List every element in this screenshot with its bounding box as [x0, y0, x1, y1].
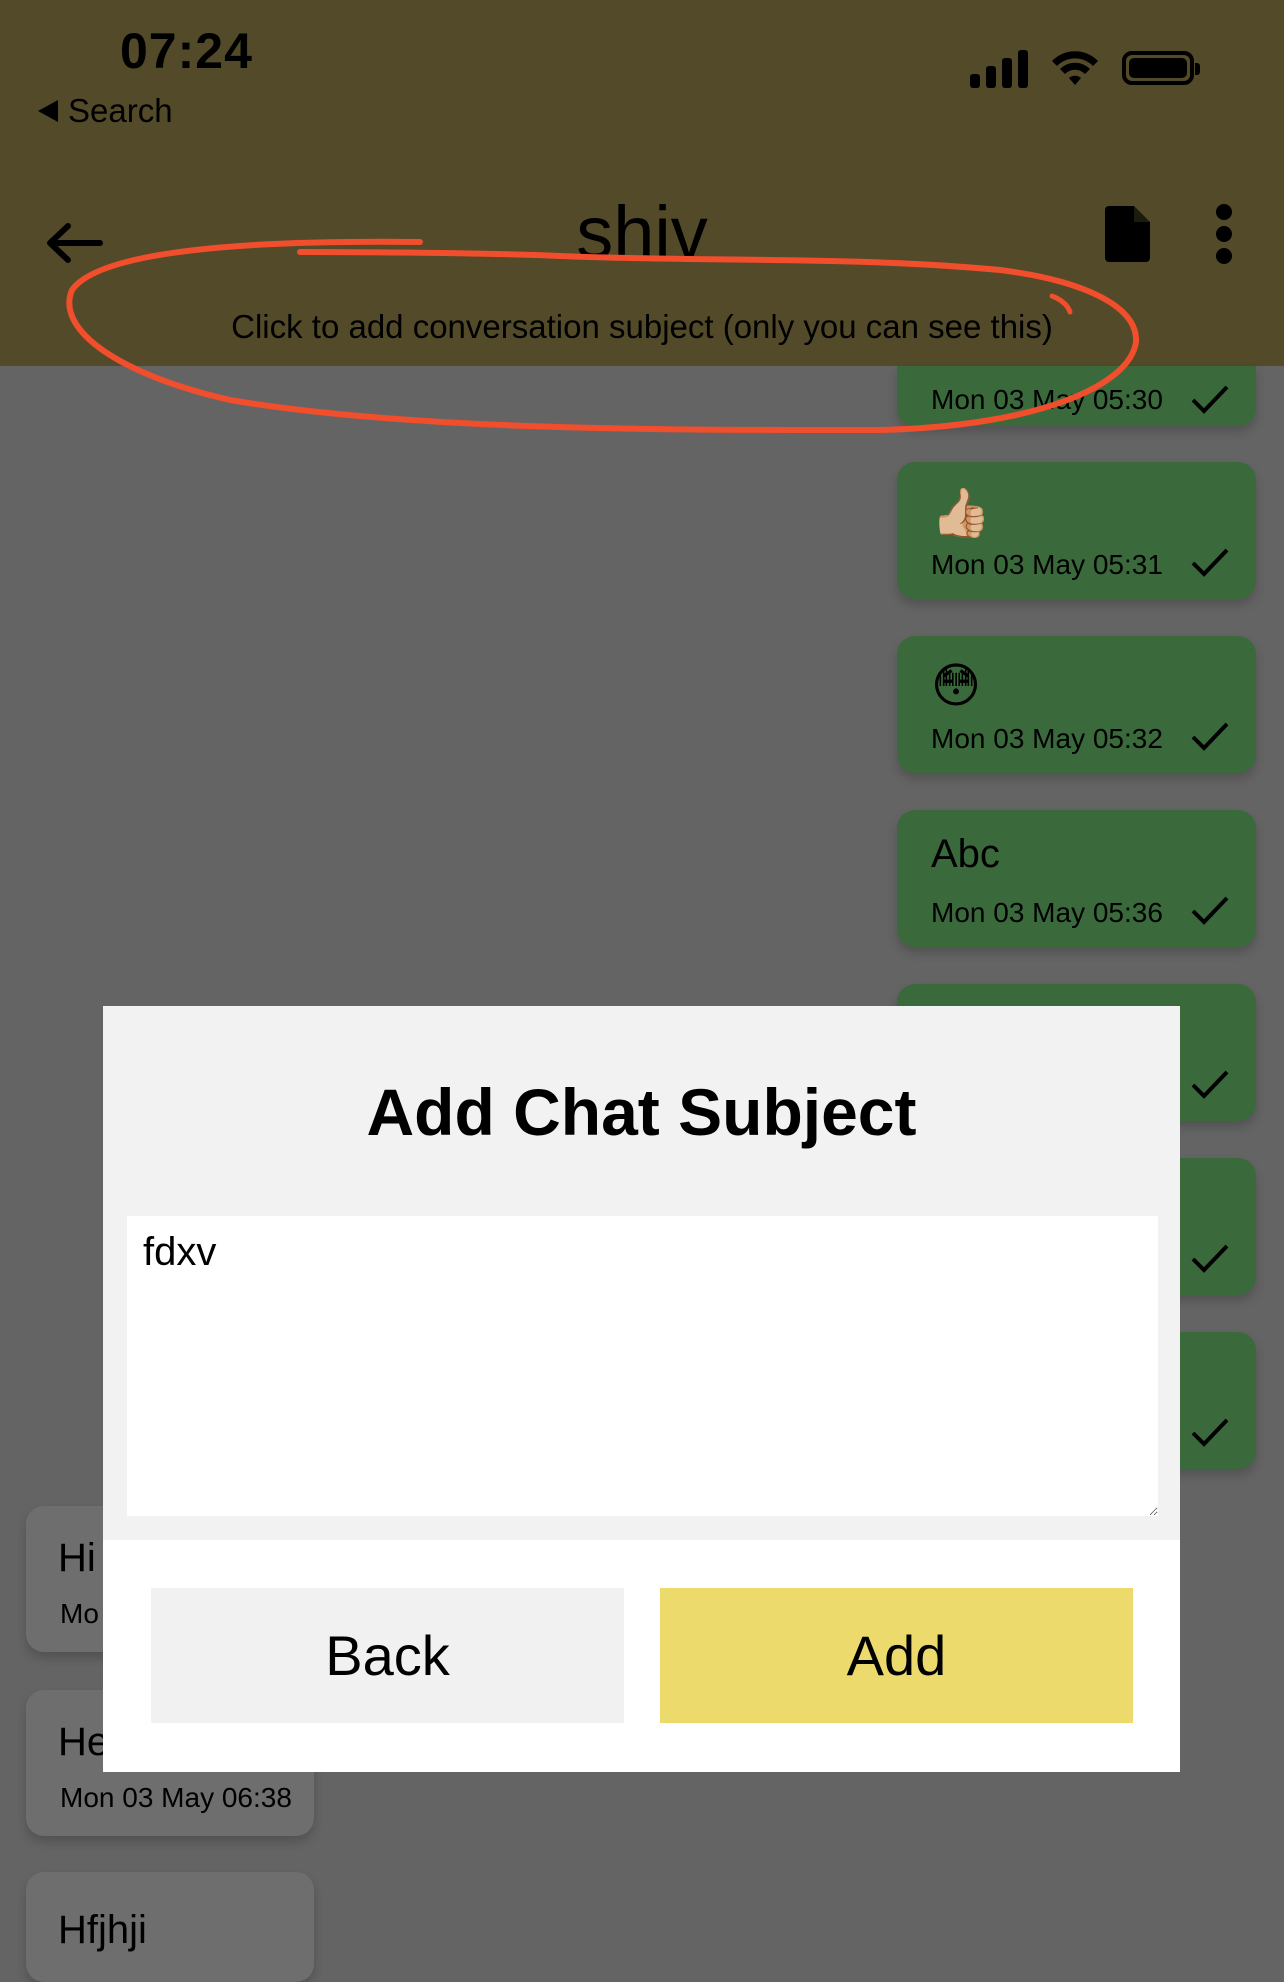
sent-check-icon	[1191, 722, 1229, 751]
top-bar: 07:24 Search shiv Click to add conversat…	[0, 0, 1284, 366]
dialog-title: Add Chat Subject	[366, 1075, 917, 1149]
back-to-search-label: Search	[68, 92, 173, 129]
message-body: 👍🏼	[931, 487, 991, 540]
conversation-subject-prompt[interactable]: Click to add conversation subject (only …	[0, 308, 1284, 346]
add-button[interactable]: Add	[660, 1588, 1133, 1723]
message-body: He	[58, 1720, 110, 1764]
status-time: 07:24	[120, 23, 253, 79]
back-triangle-icon	[38, 100, 58, 122]
outgoing-message[interactable]: 👍🏼 Mon 03 May 05:31	[897, 462, 1256, 599]
message-time: Mon 03 May 06:38	[60, 1782, 292, 1813]
back-button[interactable]: Back	[151, 1588, 624, 1723]
chat-title: shiv	[576, 196, 708, 256]
message-body: Hfjhji	[58, 1908, 147, 1952]
sent-check-icon	[1191, 548, 1229, 577]
message-body: Hi	[58, 1536, 96, 1580]
chat-subject-input[interactable]: fdxv	[127, 1216, 1158, 1516]
battery-icon	[1122, 51, 1200, 85]
more-options-icon[interactable]	[1212, 204, 1236, 264]
status-icons	[970, 48, 1200, 88]
sent-check-icon	[1191, 1070, 1229, 1099]
message-body: Abc	[931, 832, 1000, 876]
outgoing-message[interactable]: Abc Mon 03 May 05:36	[897, 810, 1256, 947]
back-to-search-link[interactable]: Search	[38, 92, 173, 130]
sent-check-icon	[1191, 896, 1229, 925]
sent-check-icon	[1191, 1418, 1229, 1447]
incoming-message[interactable]: Hfjhji	[26, 1872, 314, 1982]
cellular-signal-icon	[970, 48, 1028, 88]
message-time: Mon 03 May 05:36	[931, 897, 1163, 928]
outgoing-message[interactable]: Mon 03 May 05:30	[897, 366, 1256, 426]
outgoing-message[interactable]: 😳 Mon 03 May 05:32	[897, 636, 1256, 773]
message-body: 😳	[931, 660, 982, 713]
message-time: Mon 03 May 05:31	[931, 549, 1163, 580]
sent-check-icon	[1191, 1244, 1229, 1273]
message-time: Mon 03 May 05:32	[931, 723, 1163, 754]
sent-check-icon	[1191, 385, 1229, 414]
wifi-icon	[1052, 51, 1098, 85]
add-chat-subject-dialog: Add Chat Subject fdxv Back Add	[103, 1006, 1180, 1772]
message-time: Mon 03 May 05:30	[931, 384, 1163, 415]
dialog-footer: Back Add	[103, 1540, 1180, 1772]
message-time: Mo	[60, 1598, 99, 1629]
document-icon[interactable]	[1104, 206, 1150, 262]
